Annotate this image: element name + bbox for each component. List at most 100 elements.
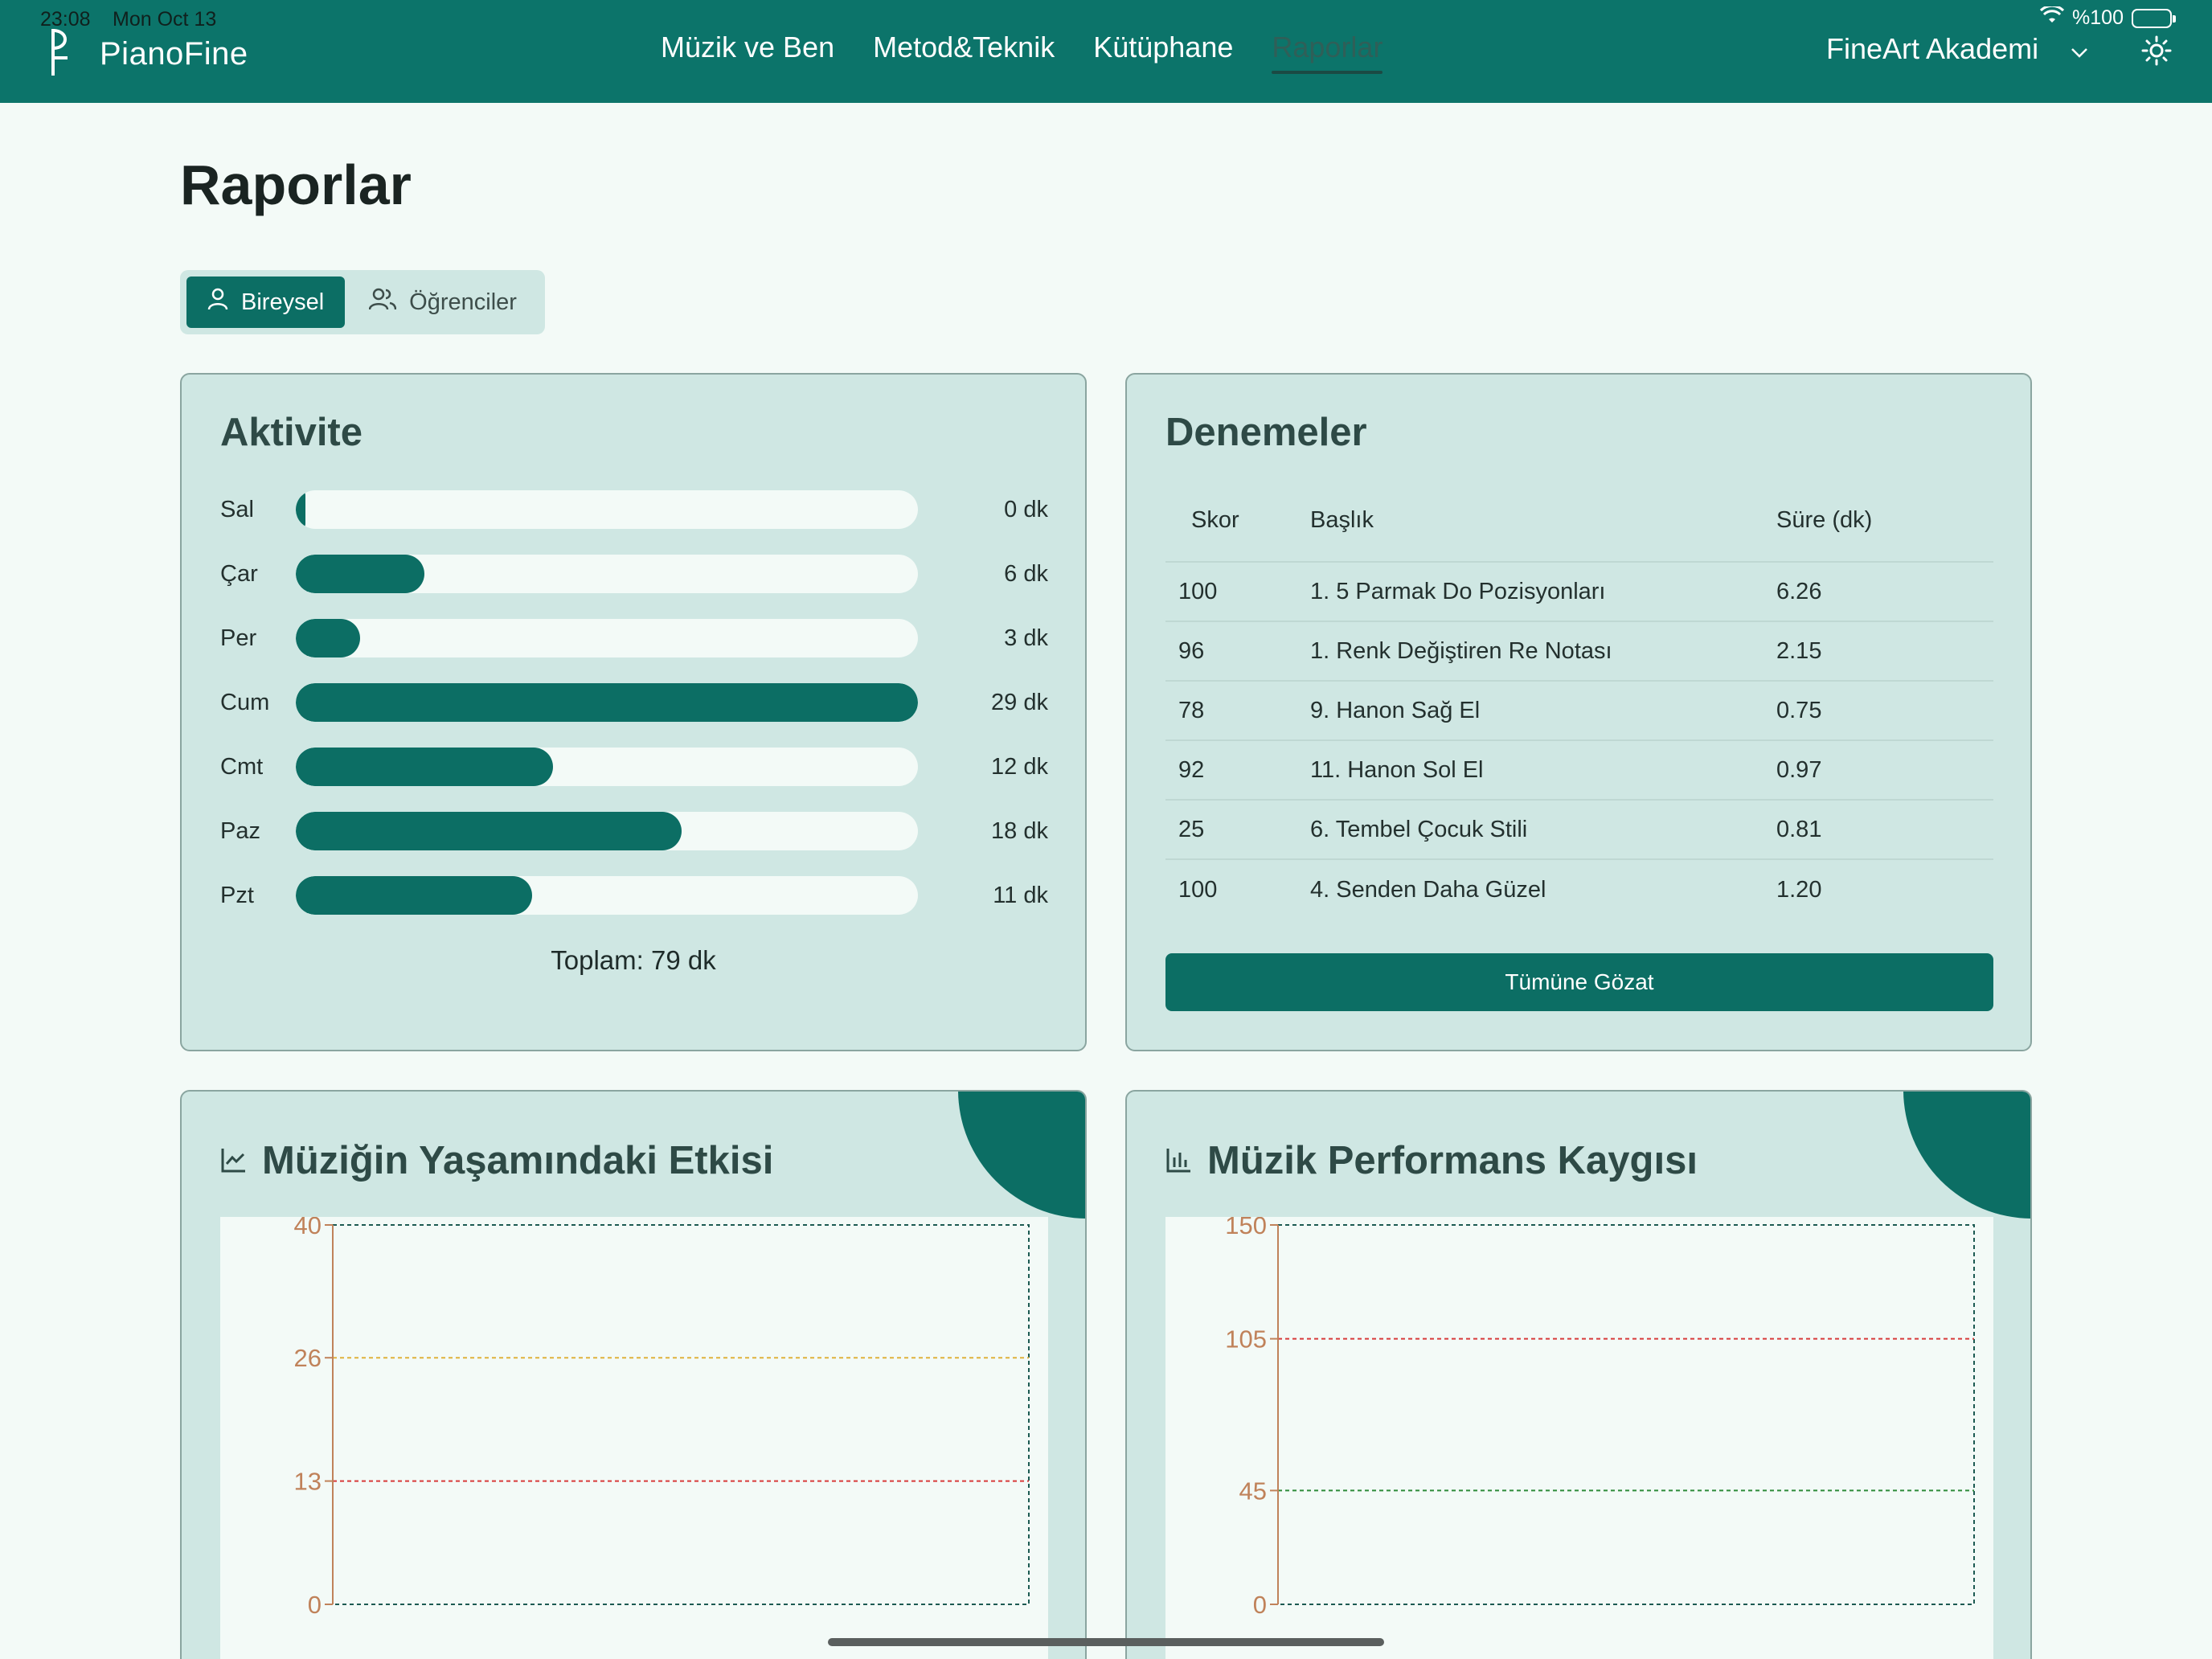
activity-bar-fill	[296, 555, 425, 593]
bar-chart-icon	[1165, 1138, 1193, 1183]
browse-all-button[interactable]: Tümüne Gözat	[1165, 953, 1993, 1011]
trials-table: Skor Başlık Süre (dk) 100 1. 5 Parmak Do …	[1165, 479, 1993, 920]
line-chart-icon	[220, 1138, 248, 1183]
theme-toggle-sun-icon[interactable]	[2141, 35, 2172, 70]
performance-anxiety-chart-card: Müzik Performans Kaygısı 0 45 105 150	[1125, 1090, 2032, 1659]
activity-minutes: 12 dk	[991, 754, 1048, 780]
plot-frame	[1277, 1224, 1975, 1605]
activity-title: Aktivite	[220, 411, 363, 454]
activity-minutes: 18 dk	[991, 818, 1048, 844]
cell-title: 4. Senden Daha Güzel	[1310, 876, 1546, 903]
y-tick-label: 0	[1253, 1591, 1267, 1619]
cell-score: 100	[1178, 578, 1218, 604]
segment-ogrenciler-label: Öğrenciler	[409, 289, 517, 315]
table-row[interactable]: 100 1. 5 Parmak Do Pozisyonları 6.26	[1165, 563, 1993, 622]
header-sure[interactable]: Süre (dk)	[1776, 507, 1993, 534]
cell-score: 100	[1178, 876, 1218, 903]
cell-score: 92	[1178, 756, 1205, 783]
header-baslik[interactable]: Başlık	[1310, 507, 1776, 534]
card-corner-decoration	[1903, 1092, 2030, 1219]
home-indicator[interactable]	[828, 1638, 1384, 1646]
nav-kutuphane[interactable]: Kütüphane	[1093, 31, 1233, 72]
activity-bar-track	[296, 555, 918, 593]
nav-metod-teknik[interactable]: Metod&Teknik	[873, 31, 1055, 72]
segment-bireysel[interactable]: Bireysel	[186, 276, 346, 328]
y-tick-label: 13	[294, 1468, 322, 1496]
activity-day: Pzt	[220, 883, 254, 908]
activity-bar-track	[296, 812, 918, 850]
activity-day: Paz	[220, 818, 260, 844]
y-tick-label: 0	[308, 1591, 322, 1619]
activity-row: Cum 29 dk	[220, 683, 1048, 722]
header-skor[interactable]: Skor	[1165, 507, 1310, 534]
plot-area: 0 45 105 150	[1165, 1217, 1993, 1659]
trials-card: Denemeler Skor Başlık Süre (dk) 100 1. 5 …	[1125, 373, 2032, 1051]
chart-title-performance-anxiety: Müzik Performans Kaygısı	[1165, 1138, 1698, 1183]
y-tick-label: 150	[1225, 1217, 1267, 1239]
activity-row: Paz 18 dk	[220, 812, 1048, 850]
activity-row: Per 3 dk	[220, 619, 1048, 657]
activity-bar-track	[296, 748, 918, 786]
table-header: Skor Başlık Süre (dk)	[1165, 479, 1993, 563]
organization-dropdown[interactable]: FineArt Akademi	[1826, 32, 2088, 66]
activity-day: Per	[220, 625, 257, 651]
trials-title: Denemeler	[1165, 411, 1367, 454]
cell-duration: 0.75	[1776, 697, 1822, 723]
cell-title: 11. Hanon Sol El	[1310, 756, 1484, 783]
activity-day: Cum	[220, 690, 270, 715]
table-row[interactable]: 96 1. Renk Değiştiren Re Notası 2.15	[1165, 622, 1993, 682]
activity-minutes: 29 dk	[991, 690, 1048, 715]
activity-total: Toplam: 79 dk	[551, 945, 716, 975]
activity-row: Sal 0 dk	[220, 490, 1048, 529]
wifi-icon	[2039, 4, 2065, 30]
battery-percent: %100	[2072, 6, 2124, 29]
cell-duration: 1.20	[1776, 876, 1822, 903]
cell-duration: 6.26	[1776, 578, 1822, 604]
table-row[interactable]: 100 4. Senden Daha Güzel 1.20	[1165, 860, 1993, 920]
app-brand[interactable]: PianoFine	[48, 26, 248, 83]
activity-bar-fill	[296, 812, 682, 850]
chart-title-text: Müziğin Yaşamındaki Etkisi	[262, 1139, 774, 1182]
activity-row: Cmt 12 dk	[220, 748, 1048, 786]
chart-title-music-impact: Müziğin Yaşamındaki Etkisi	[220, 1138, 773, 1183]
plot-frame	[332, 1224, 1030, 1605]
activity-bar-fill	[296, 876, 532, 915]
activity-bar-track	[296, 876, 918, 915]
activity-day: Cmt	[220, 754, 264, 780]
cell-duration: 0.81	[1776, 816, 1822, 842]
music-impact-chart: 0 13 26 40	[294, 1217, 1030, 1619]
app-name: PianoFine	[100, 36, 248, 72]
cell-title: 1. 5 Parmak Do Pozisyonları	[1310, 578, 1606, 604]
activity-bar-fill	[296, 748, 554, 786]
y-tick-label: 105	[1225, 1325, 1267, 1354]
cell-duration: 2.15	[1776, 637, 1822, 664]
page-title: Raporlar	[180, 154, 412, 216]
table-row[interactable]: 25 6. Tembel Çocuk Stili 0.81	[1165, 801, 1993, 860]
y-tick-label: 45	[1239, 1477, 1267, 1505]
table-row[interactable]: 92 11. Hanon Sol El 0.97	[1165, 741, 1993, 801]
nav-muzik-ve-ben[interactable]: Müzik ve Ben	[661, 31, 834, 72]
y-tick-label: 26	[294, 1344, 322, 1372]
nav-raporlar[interactable]: Raporlar	[1272, 31, 1383, 74]
activity-bar-track	[296, 683, 918, 722]
main-nav: Müzik ve Ben Metod&Teknik Kütüphane Rapo…	[661, 31, 1383, 74]
activity-row: Pzt 11 dk	[220, 876, 1048, 915]
segment-ogrenciler[interactable]: Öğrenciler	[348, 276, 538, 328]
activity-day: Çar	[220, 561, 258, 587]
activity-bar-fill	[296, 619, 361, 657]
activity-minutes: 3 dk	[1004, 625, 1048, 651]
y-tick-label: 40	[294, 1217, 322, 1239]
activity-card: Aktivite Sal 0 dk Çar 6 dk Per 3 dk Cum 29 dk Cm…	[180, 373, 1087, 1051]
report-segment-control: Bireysel Öğrenciler	[180, 270, 545, 334]
activity-minutes: 6 dk	[1004, 561, 1048, 587]
status-indicators: %100	[2039, 4, 2176, 30]
cell-duration: 0.97	[1776, 756, 1822, 783]
activity-row: Çar 6 dk	[220, 555, 1048, 593]
cell-title: 9. Hanon Sağ El	[1310, 697, 1481, 723]
table-row[interactable]: 78 9. Hanon Sağ El 0.75	[1165, 682, 1993, 741]
activity-bar-fill	[296, 490, 305, 529]
cell-title: 1. Renk Değiştiren Re Notası	[1310, 637, 1612, 664]
activity-day: Sal	[220, 497, 254, 522]
cell-title: 6. Tembel Çocuk Stili	[1310, 816, 1528, 842]
music-impact-chart-card: Müziğin Yaşamındaki Etkisi 0 13 26 40	[180, 1090, 1087, 1659]
